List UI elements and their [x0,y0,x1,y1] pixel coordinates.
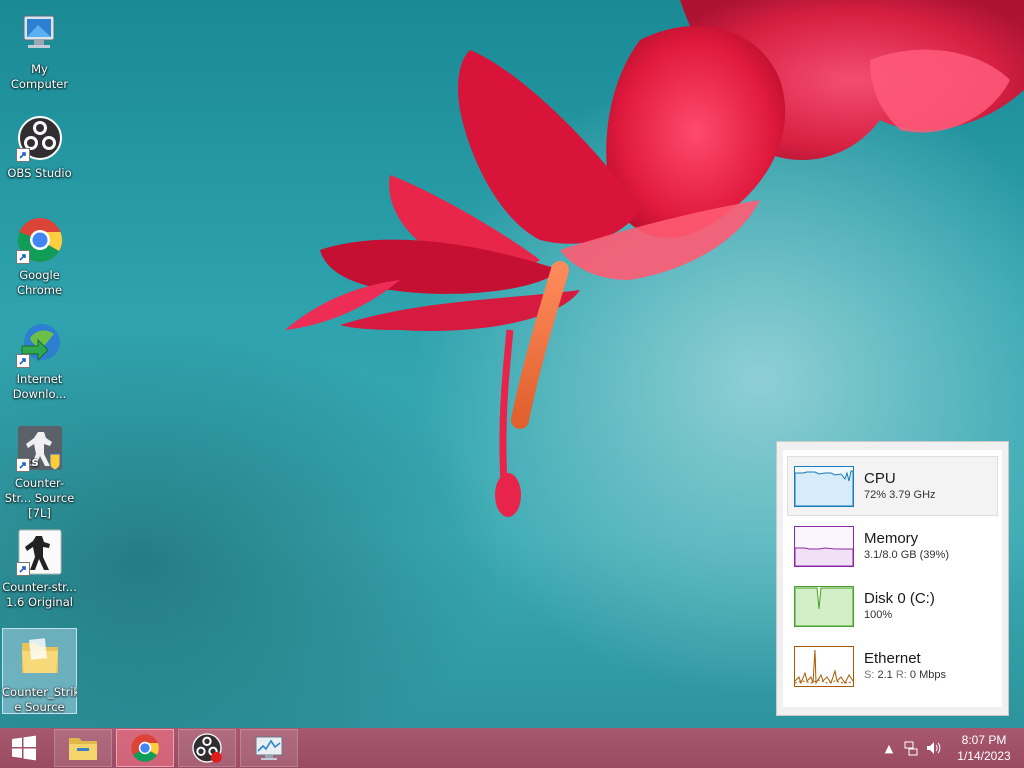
desktop-icon-counter-strike-16[interactable]: Counter-str... 1.6 Original [2,524,77,610]
performance-item-memory[interactable]: Memory 3.1/8.0 GB (39%) [787,516,998,576]
desktop-icon-my-computer[interactable]: My Computer [2,6,77,92]
desktop-icon-counter-strike-source[interactable]: CS Counter-Str... Source [7L] [2,420,77,521]
internet-download-manager-icon [15,320,64,368]
cpu-graph [794,465,854,507]
shortcut-arrow-icon [15,458,30,472]
desktop-icon-label: OBS Studio [7,166,72,180]
perf-item-detail: 72% 3.79 GHz [864,489,936,501]
perf-item-detail: S: 2.1 R: 0 Mbps [864,668,946,683]
desktop-icon-internet-download-manager[interactable]: Internet Downlo... [2,316,77,402]
taskbar-file-explorer[interactable] [54,729,112,767]
start-button[interactable] [0,728,48,768]
perf-item-name: CPU [864,470,896,487]
shortcut-arrow-icon [15,354,30,368]
show-hidden-icons-chevron-icon[interactable]: ▲ [878,737,900,759]
desktop-icon-label: Google Chrome [16,268,63,297]
taskbar-performance-monitor[interactable] [240,729,298,767]
perf-item-name: Disk 0 (C:) [864,590,935,607]
clock-time: 8:07 PM [961,733,1007,747]
desktop-icon-obs-studio[interactable]: OBS Studio [2,110,77,181]
chrome-icon [131,734,159,762]
desktop-icon-google-chrome[interactable]: Google Chrome [2,212,77,298]
ethernet-graph [794,645,854,687]
counter-strike-16-icon [15,528,64,576]
start-windows-icon [12,735,36,761]
perf-item-name: Ethernet [864,650,921,667]
taskbar-obs[interactable] [178,729,236,767]
taskbar-chrome[interactable] [116,729,174,767]
obs-icon [15,114,64,162]
perf-item-detail: 100% [864,609,893,621]
clock[interactable]: 8:07 PM 1/14/2023 [944,732,1024,764]
taskbar: ▲ 8:07 PM 1/14/2023 [0,728,1024,768]
memory-graph [794,525,854,567]
send-value: 2.1 [877,669,893,681]
performance-item-cpu[interactable]: CPU 72% 3.79 GHz [787,456,998,516]
perf-item-detail: 3.1/8.0 GB (39%) [864,549,949,561]
file-explorer-icon [69,738,97,760]
shortcut-arrow-icon [15,148,30,162]
desktop-icon-label: Counter_Strik e Source [2,685,77,713]
desktop-icon-label: Internet Downlo... [12,372,67,401]
shortcut-arrow-icon [15,562,30,576]
receive-label: R: [895,669,907,681]
network-icon[interactable] [900,737,922,759]
performance-item-ethernet[interactable]: Ethernet S: 2.1 R: 0 Mbps [787,636,998,696]
performance-monitor-icon [255,736,283,760]
desktop-icon-label: Counter-str... 1.6 Original [2,580,77,609]
system-tray: ▲ 8:07 PM 1/14/2023 [878,728,1024,768]
computer-icon [16,10,64,58]
chrome-icon [15,216,64,264]
obs-icon [192,733,222,763]
perf-item-name: Memory [864,530,919,547]
clock-date: 1/14/2023 [957,749,1011,763]
performance-item-disk[interactable]: Disk 0 (C:) 100% [787,576,998,636]
shortcut-arrow-icon [15,250,30,264]
volume-icon[interactable] [922,737,944,759]
receive-value: 0 Mbps [909,669,946,681]
counter-strike-source-icon: CS [15,424,64,472]
send-label: S: [864,669,875,681]
performance-list: CPU 72% 3.79 GHz Memory 3.1/8.0 GB (39%) [783,450,1002,707]
folder-icon [16,633,64,681]
desktop-icon-label: My Computer [10,62,69,91]
desktop-icon-label: Counter-Str... Source [7L] [4,476,75,520]
performance-widget: CPU 72% 3.79 GHz Memory 3.1/8.0 GB (39%) [776,441,1009,716]
desktop-icon-counter-strike-source-folder[interactable]: Counter_Strik e Source [2,628,77,714]
disk-graph [794,585,854,627]
